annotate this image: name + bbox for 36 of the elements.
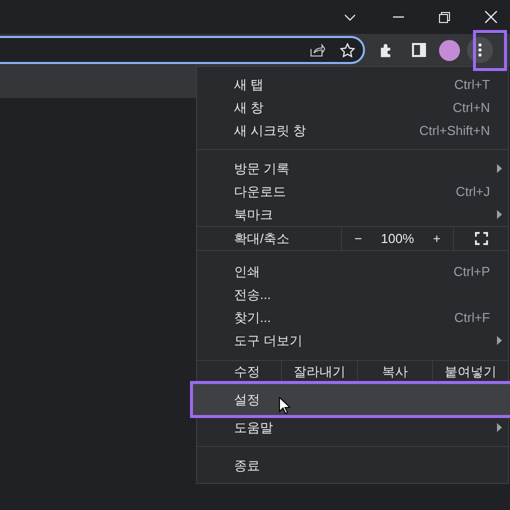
menu-item[interactable]: 찾기... Ctrl+F <box>197 306 508 329</box>
menu-item[interactable]: 도움말 <box>197 416 508 439</box>
shortcut-label: Ctrl+F <box>454 308 491 327</box>
side-panel-icon[interactable] <box>412 43 426 57</box>
zoom-out-button[interactable]: − <box>348 228 368 248</box>
share-icon[interactable] <box>310 43 325 57</box>
address-bar[interactable] <box>0 36 365 64</box>
minimize-icon[interactable] <box>393 16 404 18</box>
menu-item[interactable]: 방문 기록 <box>197 157 508 180</box>
menu-item[interactable]: 새 창 Ctrl+N <box>197 96 508 119</box>
fullscreen-icon[interactable] <box>474 232 488 245</box>
menu-item[interactable]: 도구 더보기 <box>197 329 508 352</box>
shortcut-label: Ctrl+P <box>454 262 491 281</box>
menu-item[interactable]: 설정 <box>193 384 510 415</box>
shortcut-label: Ctrl+Shift+N <box>419 122 491 140</box>
menu-item[interactable]: 다운로드 Ctrl+J <box>197 180 508 203</box>
menu-item[interactable]: 전송... <box>197 283 508 306</box>
menu-item[interactable]: 북마크 <box>197 203 508 226</box>
edit-label: 수정 <box>233 363 261 382</box>
cursor-icon <box>279 397 290 414</box>
menu-item[interactable]: 인쇄 Ctrl+P <box>197 260 508 283</box>
tab-search-icon[interactable] <box>344 14 356 20</box>
close-icon[interactable] <box>485 11 497 23</box>
zoom-label: 확대/축소 <box>233 230 291 248</box>
shortcut-label: Ctrl+J <box>456 182 491 201</box>
zoom-in-button[interactable]: + <box>426 228 447 248</box>
menu-item[interactable]: 종료 <box>197 454 508 477</box>
shortcut-label: Ctrl+T <box>454 76 491 94</box>
menu-item[interactable]: 새 탭 Ctrl+T <box>197 73 508 96</box>
menu-item[interactable]: 새 시크릿 창 Ctrl+Shift+N <box>197 119 508 142</box>
restore-icon[interactable] <box>439 12 450 22</box>
shortcut-label: Ctrl+N <box>452 98 491 117</box>
profile-avatar[interactable] <box>439 40 460 60</box>
more-icon <box>478 43 482 57</box>
star-icon[interactable] <box>340 42 355 58</box>
zoom-value: 100% <box>380 230 414 248</box>
